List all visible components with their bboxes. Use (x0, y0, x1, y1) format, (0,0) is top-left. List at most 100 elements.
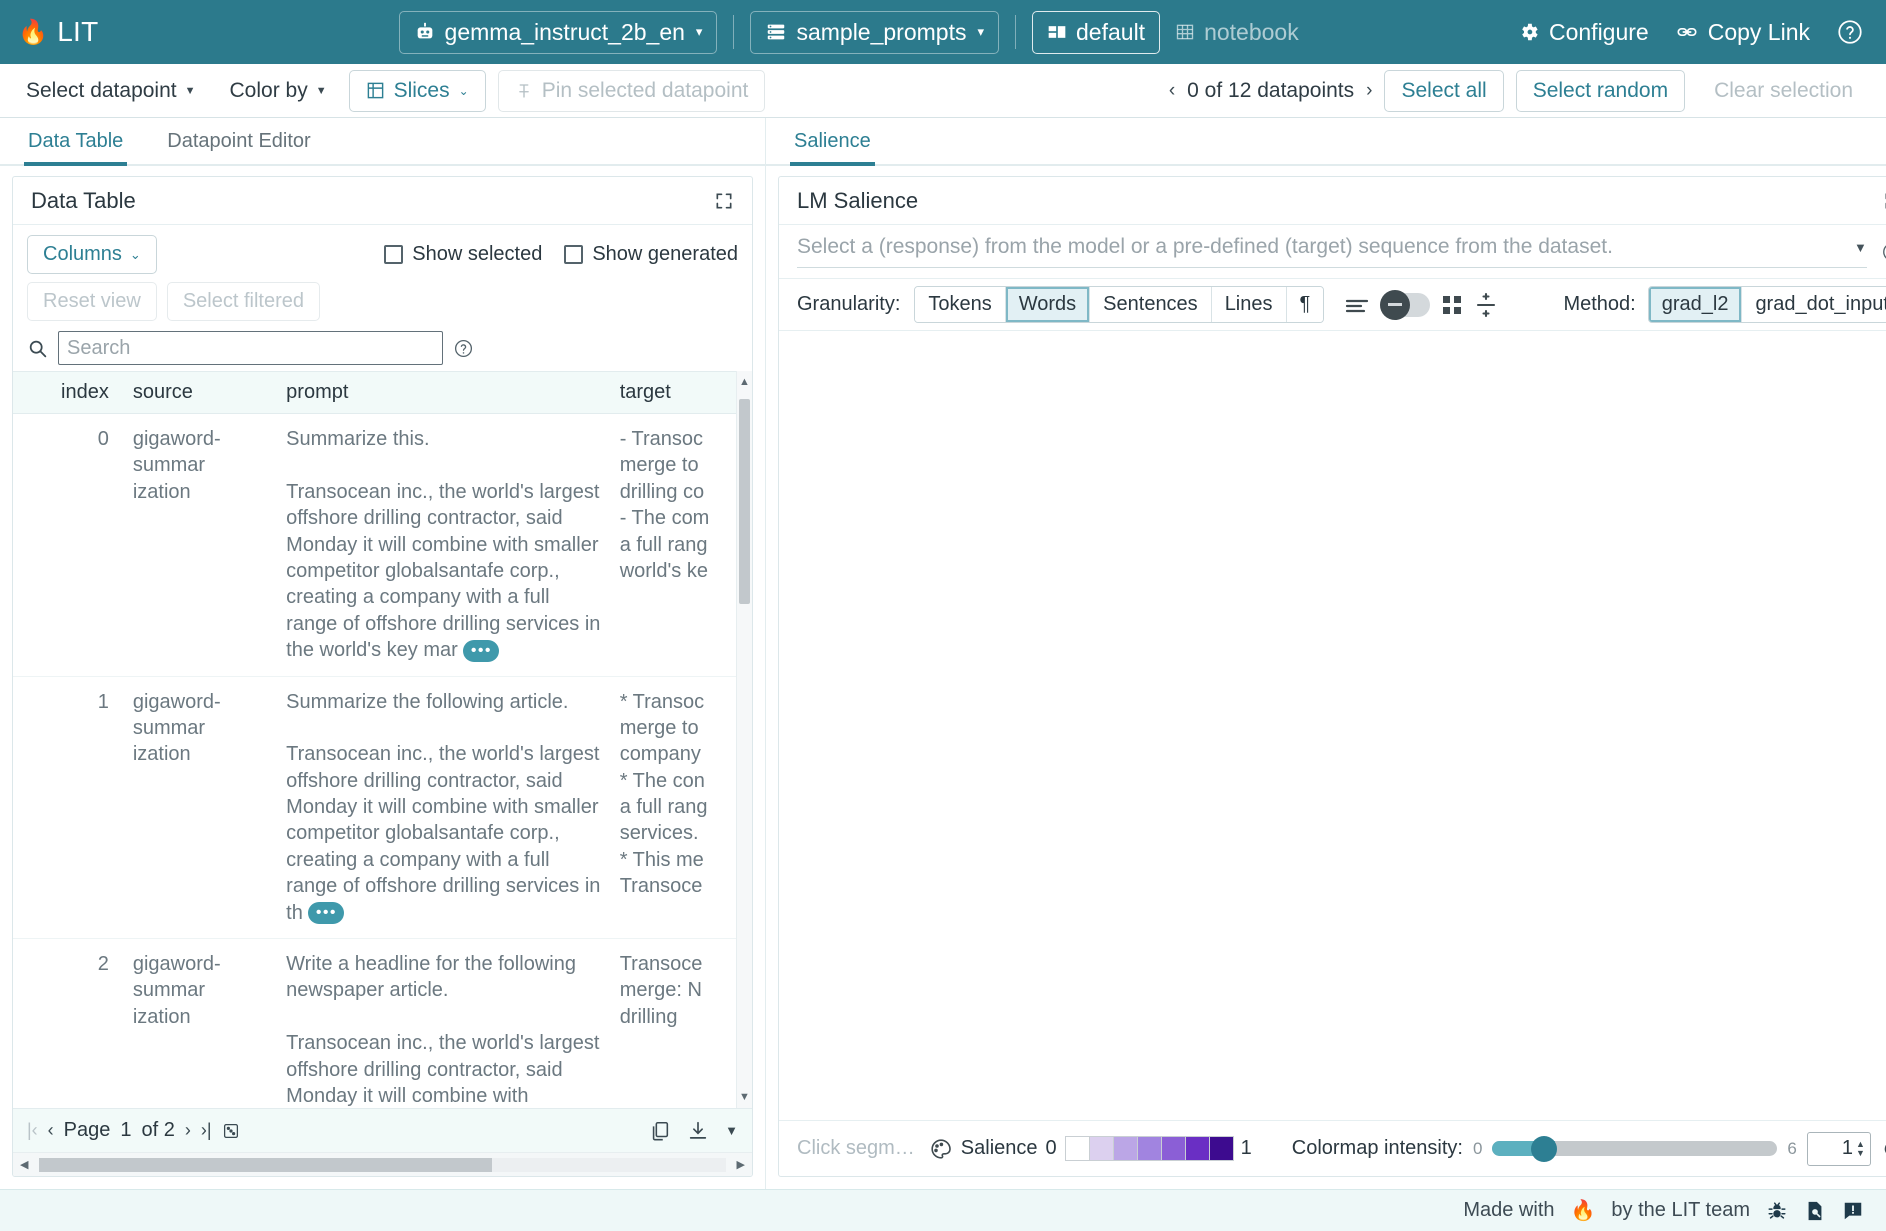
layout-tab-notebook[interactable]: notebook (1160, 11, 1314, 54)
copy-icon[interactable] (649, 1120, 671, 1142)
left-tab-bar: Data Table Datapoint Editor (0, 118, 765, 166)
column-header-index[interactable]: index (13, 372, 125, 414)
table-row[interactable]: 2 gigaword-summarization Write a headlin… (13, 939, 736, 1108)
prev-datapoint-button[interactable]: ‹ (1169, 80, 1175, 102)
granularity-option-paragraphs[interactable]: ¶ (1287, 287, 1324, 322)
expand-prompt-button[interactable]: ••• (463, 640, 499, 662)
search-input[interactable] (58, 331, 443, 365)
granularity-label: Granularity: (797, 293, 900, 316)
select-all-button[interactable]: Select all (1384, 70, 1503, 112)
sequence-help-icon[interactable] (1881, 241, 1886, 263)
legend-swatch (1137, 1136, 1162, 1161)
cell-index: 1 (13, 676, 125, 939)
select-random-button[interactable]: Select random (1516, 70, 1685, 112)
select-filtered-button[interactable]: Select filtered (167, 282, 320, 321)
tab-datapoint-editor[interactable]: Datapoint Editor (163, 130, 332, 164)
feedback-icon[interactable] (1842, 1200, 1864, 1222)
hscroll-track[interactable] (39, 1158, 725, 1172)
scroll-left-arrow[interactable]: ◀ (17, 1158, 31, 1171)
colormap-value-stepper[interactable]: 1 ▲▼ (1807, 1132, 1871, 1166)
expand-prompt-button[interactable]: ••• (308, 902, 344, 924)
cell-index: 2 (13, 939, 125, 1108)
hscroll-thumb[interactable] (39, 1158, 492, 1172)
controls-row-3 (27, 331, 738, 365)
slider-knob[interactable] (1531, 1136, 1557, 1162)
scroll-right-arrow[interactable]: ▶ (734, 1158, 748, 1171)
table-row[interactable]: 0 gigaword-summarization Summarize this.… (13, 414, 736, 677)
colormap-slider[interactable] (1492, 1141, 1777, 1156)
doc-search-icon[interactable] (1804, 1200, 1826, 1222)
columns-label: Columns (43, 243, 122, 266)
columns-button[interactable]: Columns ⌄ (27, 235, 157, 274)
flame-icon: 🔥 (18, 18, 48, 47)
page-total: of 2 (142, 1119, 175, 1142)
legend-swatch (1209, 1136, 1234, 1161)
model-selector[interactable]: gemma_instruct_2b_en ▾ (399, 11, 718, 54)
table-scroll-region: index source prompt target 0 gigaword-su… (13, 371, 752, 1108)
last-page-button[interactable]: ›| (201, 1120, 212, 1141)
dataset-selector[interactable]: sample_prompts ▾ (750, 11, 999, 54)
configure-button[interactable]: Configure (1518, 19, 1649, 46)
method-segmented-control: grad_l2 grad_dot_input (1648, 286, 1886, 323)
prev-page-button[interactable]: ‹ (48, 1120, 54, 1141)
column-header-target[interactable]: target (612, 372, 736, 414)
cell-index: 0 (13, 414, 125, 677)
column-header-prompt[interactable]: prompt (278, 372, 612, 414)
stepper-arrows[interactable]: ▲▼ (1856, 1140, 1865, 1156)
granularity-option-tokens[interactable]: Tokens (915, 287, 1005, 322)
scroll-up-arrow[interactable]: ▲ (737, 373, 752, 391)
layout-tab-default[interactable]: default (1032, 11, 1160, 54)
granularity-option-words[interactable]: Words (1006, 287, 1090, 322)
reset-view-button[interactable]: Reset view (27, 282, 157, 321)
granularity-option-sentences[interactable]: Sentences (1090, 287, 1212, 322)
next-datapoint-button[interactable]: › (1366, 80, 1372, 102)
show-selected-checkbox[interactable]: Show selected (384, 243, 542, 266)
clear-selection-button[interactable]: Clear selection (1697, 70, 1870, 112)
palette-icon[interactable] (929, 1137, 953, 1161)
bug-icon[interactable] (1766, 1200, 1788, 1222)
select-datapoint-dropdown[interactable]: Select datapoint ▼ (16, 73, 206, 109)
select-random-label: Select random (1533, 79, 1668, 103)
next-page-button[interactable]: › (185, 1120, 191, 1141)
column-header-source[interactable]: source (125, 372, 278, 414)
data-table-controls: Columns ⌄ Show selected Show generated (13, 225, 752, 371)
scroll-down-arrow[interactable]: ▼ (737, 1088, 752, 1106)
copy-link-button[interactable]: Copy Link (1675, 19, 1810, 46)
app-brand: 🔥 LIT (18, 16, 99, 48)
help-button[interactable] (1836, 18, 1864, 46)
lm-salience-panel: LM Salience Select a (response) from the… (778, 176, 1886, 1177)
method-option-grad-dot-input[interactable]: grad_dot_input (1742, 287, 1886, 322)
sequence-select-placeholder: Select a (response) from the model or a … (797, 235, 1613, 259)
tab-salience[interactable]: Salience (790, 130, 893, 164)
table-vertical-scrollbar[interactable]: ▲ ▼ (736, 371, 752, 1108)
divider (733, 15, 734, 49)
table-row[interactable]: 1 gigaword-summarization Summarize the f… (13, 676, 736, 939)
method-option-grad-l2[interactable]: grad_l2 (1649, 287, 1743, 322)
pin-datapoint-button[interactable]: Pin selected datapoint (498, 70, 766, 112)
tab-data-table[interactable]: Data Table (24, 130, 145, 164)
download-icon[interactable] (687, 1120, 709, 1142)
slider-max-label: 6 (1787, 1139, 1796, 1159)
grid-view-icon[interactable] (1440, 293, 1464, 317)
cell-prompt: Summarize this.Transocean inc., the worl… (278, 414, 612, 677)
scroll-thumb[interactable] (739, 399, 750, 604)
chevron-down-icon[interactable]: ▼ (725, 1123, 738, 1138)
divider (1015, 15, 1016, 49)
reset-icon[interactable] (1881, 1138, 1886, 1160)
slices-button[interactable]: Slices ⌄ (349, 70, 486, 112)
show-generated-checkbox[interactable]: Show generated (564, 243, 738, 266)
tab-datapoint-editor-label: Datapoint Editor (167, 130, 310, 152)
chevron-down-icon: ▼ (316, 85, 327, 97)
sequence-select[interactable]: Select a (response) from the model or a … (797, 235, 1867, 268)
dice-icon[interactable] (222, 1122, 240, 1140)
dense-view-toggle[interactable] (1380, 293, 1430, 317)
color-by-dropdown[interactable]: Color by ▼ (220, 73, 337, 109)
expand-icon[interactable] (714, 191, 734, 211)
granularity-option-lines[interactable]: Lines (1212, 287, 1287, 322)
table-body: 0 gigaword-summarization Summarize this.… (13, 414, 736, 1109)
search-help-icon[interactable] (453, 338, 474, 359)
first-page-button[interactable]: |‹ (27, 1120, 38, 1141)
checkbox-box (384, 245, 403, 264)
normalize-icon[interactable] (1474, 292, 1498, 318)
table-horizontal-scrollbar[interactable]: ◀ ▶ (13, 1152, 752, 1176)
